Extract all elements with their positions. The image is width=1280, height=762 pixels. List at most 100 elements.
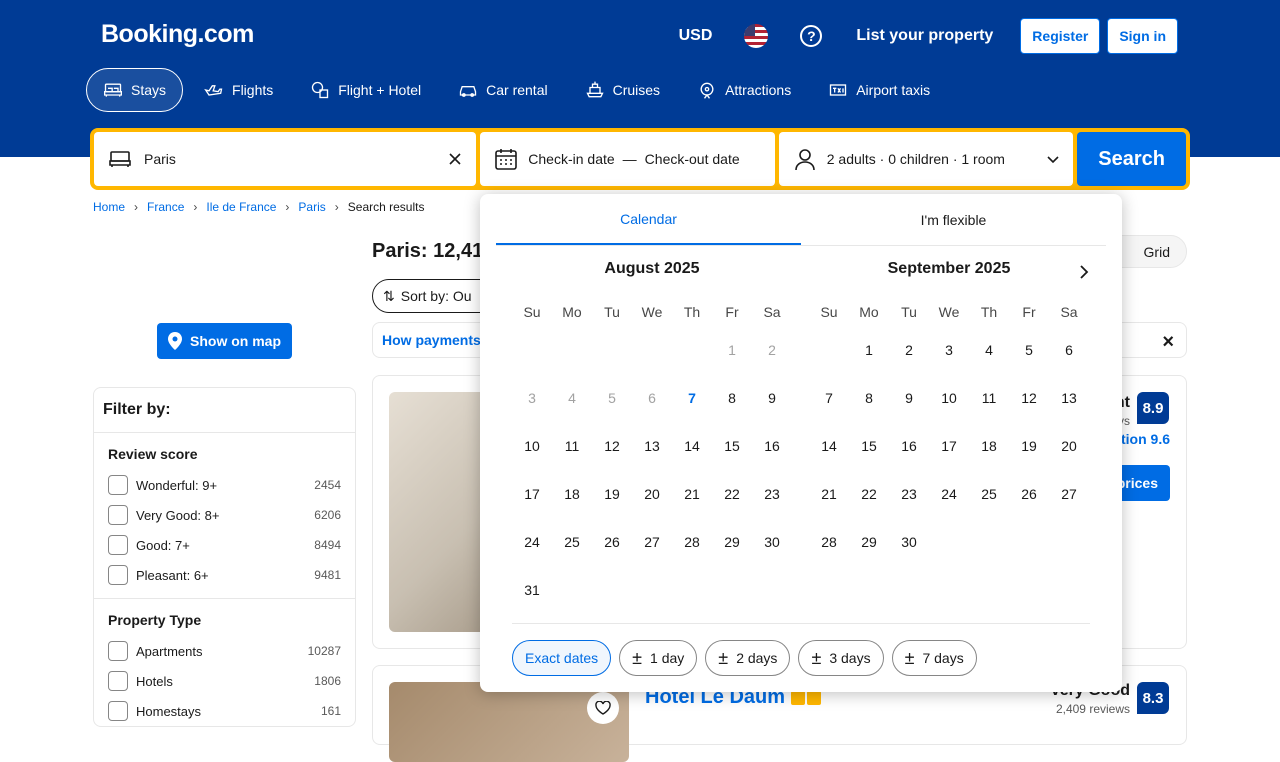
flex-chip[interactable]: Exact dates xyxy=(512,640,612,676)
tab-car-rental[interactable]: Car rental xyxy=(442,68,563,112)
booking-logo[interactable]: Booking.com xyxy=(101,20,254,49)
calendar-day[interactable]: 16 xyxy=(752,422,792,470)
calendar-day[interactable]: 10 xyxy=(929,374,969,422)
calendar-day[interactable]: 11 xyxy=(552,422,592,470)
calendar-day[interactable]: 12 xyxy=(592,422,632,470)
list-property-link[interactable]: List your property xyxy=(856,27,993,45)
filter-option[interactable]: Good: 7+ 8494 xyxy=(108,530,341,560)
occupancy-field[interactable]: 2 adults · 0 children · 1 room xyxy=(778,132,1074,186)
calendar-day[interactable]: 13 xyxy=(632,422,672,470)
calendar-day[interactable]: 24 xyxy=(929,470,969,518)
calendar-day[interactable]: 9 xyxy=(889,374,929,422)
checkbox[interactable] xyxy=(108,701,128,721)
checkbox[interactable] xyxy=(108,505,128,525)
calendar-day[interactable]: 18 xyxy=(969,422,1009,470)
calendar-day[interactable]: 26 xyxy=(592,518,632,566)
calendar-day[interactable]: 4 xyxy=(969,326,1009,374)
calendar-day[interactable]: 23 xyxy=(752,470,792,518)
register-button[interactable]: Register xyxy=(1020,18,1101,54)
clear-icon[interactable] xyxy=(448,152,462,166)
flex-chip[interactable]: ±1 day xyxy=(619,640,698,676)
calendar-day[interactable]: 3 xyxy=(929,326,969,374)
calendar-day[interactable]: 21 xyxy=(809,470,849,518)
us-flag-icon[interactable] xyxy=(744,24,769,48)
destination-field[interactable]: Paris xyxy=(94,132,477,186)
checkbox[interactable] xyxy=(108,535,128,555)
calendar-day[interactable]: 13 xyxy=(1049,374,1089,422)
filter-option[interactable]: Wonderful: 9+ 2454 xyxy=(108,470,341,500)
calendar-day[interactable]: 1 xyxy=(849,326,889,374)
calendar-day[interactable]: 6 xyxy=(1049,326,1089,374)
tab-flexible[interactable]: I'm flexible xyxy=(801,194,1106,245)
calendar-day[interactable]: 27 xyxy=(632,518,672,566)
filter-option[interactable]: Hotels 1806 xyxy=(108,666,341,696)
tab-flight-hotel[interactable]: Flight + Hotel xyxy=(294,68,437,112)
date-field[interactable]: Check-in date — Check-out date xyxy=(480,132,775,186)
calendar-day[interactable]: 17 xyxy=(929,422,969,470)
help-icon[interactable]: ? xyxy=(800,25,823,47)
calendar-day[interactable]: 20 xyxy=(1049,422,1089,470)
calendar-day[interactable]: 24 xyxy=(512,518,552,566)
filter-option[interactable]: Homestays 161 xyxy=(108,696,341,726)
calendar-day[interactable]: 22 xyxy=(712,470,752,518)
tab-airport-taxis[interactable]: Airport taxis xyxy=(812,68,946,112)
breadcrumb-region[interactable]: Ile de France xyxy=(206,200,276,214)
calendar-day[interactable]: 25 xyxy=(969,470,1009,518)
calendar-day[interactable]: 28 xyxy=(672,518,712,566)
filter-option[interactable]: Pleasant: 6+ 9481 xyxy=(108,560,341,590)
tab-flights[interactable]: Flights xyxy=(188,68,289,112)
calendar-day[interactable]: 21 xyxy=(672,470,712,518)
calendar-day[interactable]: 9 xyxy=(752,374,792,422)
calendar-day[interactable]: 20 xyxy=(632,470,672,518)
tab-attractions[interactable]: Attractions xyxy=(681,68,807,112)
calendar-day[interactable]: 12 xyxy=(1009,374,1049,422)
show-on-map-button[interactable]: Show on map xyxy=(157,323,292,359)
search-button[interactable]: Search xyxy=(1077,132,1186,186)
calendar-day[interactable]: 7 xyxy=(672,374,712,422)
filter-option[interactable]: Apartments 10287 xyxy=(108,636,341,666)
calendar-day[interactable]: 19 xyxy=(592,470,632,518)
payments-link[interactable]: How payments xyxy=(382,332,481,348)
calendar-day[interactable]: 8 xyxy=(849,374,889,422)
flex-chip[interactable]: ±2 days xyxy=(705,640,791,676)
breadcrumb-city[interactable]: Paris xyxy=(298,200,325,214)
checkbox[interactable] xyxy=(108,641,128,661)
calendar-day[interactable]: 16 xyxy=(889,422,929,470)
calendar-day[interactable]: 19 xyxy=(1009,422,1049,470)
calendar-day[interactable]: 15 xyxy=(712,422,752,470)
sign-in-button[interactable]: Sign in xyxy=(1107,18,1178,54)
calendar-day[interactable]: 11 xyxy=(969,374,1009,422)
calendar-day[interactable]: 25 xyxy=(552,518,592,566)
checkbox[interactable] xyxy=(108,475,128,495)
calendar-day[interactable]: 27 xyxy=(1049,470,1089,518)
checkin-label[interactable]: Check-in date xyxy=(528,151,614,167)
close-icon[interactable]: × xyxy=(1162,331,1174,354)
heart-icon[interactable] xyxy=(587,692,619,724)
checkbox[interactable] xyxy=(108,565,128,585)
tab-calendar[interactable]: Calendar xyxy=(496,194,801,245)
breadcrumb-france[interactable]: France xyxy=(147,200,184,214)
calendar-day[interactable]: 18 xyxy=(552,470,592,518)
calendar-day[interactable]: 17 xyxy=(512,470,552,518)
next-month-icon[interactable] xyxy=(1072,260,1096,284)
destination-value[interactable]: Paris xyxy=(144,151,448,167)
calendar-day[interactable]: 8 xyxy=(712,374,752,422)
calendar-day[interactable]: 2 xyxy=(889,326,929,374)
calendar-day[interactable]: 14 xyxy=(672,422,712,470)
calendar-day[interactable]: 7 xyxy=(809,374,849,422)
checkbox[interactable] xyxy=(108,671,128,691)
calendar-day[interactable]: 23 xyxy=(889,470,929,518)
flex-chip[interactable]: ±3 days xyxy=(798,640,884,676)
calendar-day[interactable]: 29 xyxy=(849,518,889,566)
calendar-day[interactable]: 29 xyxy=(712,518,752,566)
tab-stays[interactable]: Stays xyxy=(86,68,184,112)
currency-selector[interactable]: USD xyxy=(679,27,713,45)
breadcrumb-home[interactable]: Home xyxy=(93,200,125,214)
checkout-label[interactable]: Check-out date xyxy=(645,151,740,167)
flex-chip[interactable]: ±7 days xyxy=(891,640,977,676)
calendar-day[interactable]: 30 xyxy=(752,518,792,566)
calendar-day[interactable]: 30 xyxy=(889,518,929,566)
calendar-day[interactable]: 22 xyxy=(849,470,889,518)
calendar-day[interactable]: 15 xyxy=(849,422,889,470)
calendar-day[interactable]: 28 xyxy=(809,518,849,566)
